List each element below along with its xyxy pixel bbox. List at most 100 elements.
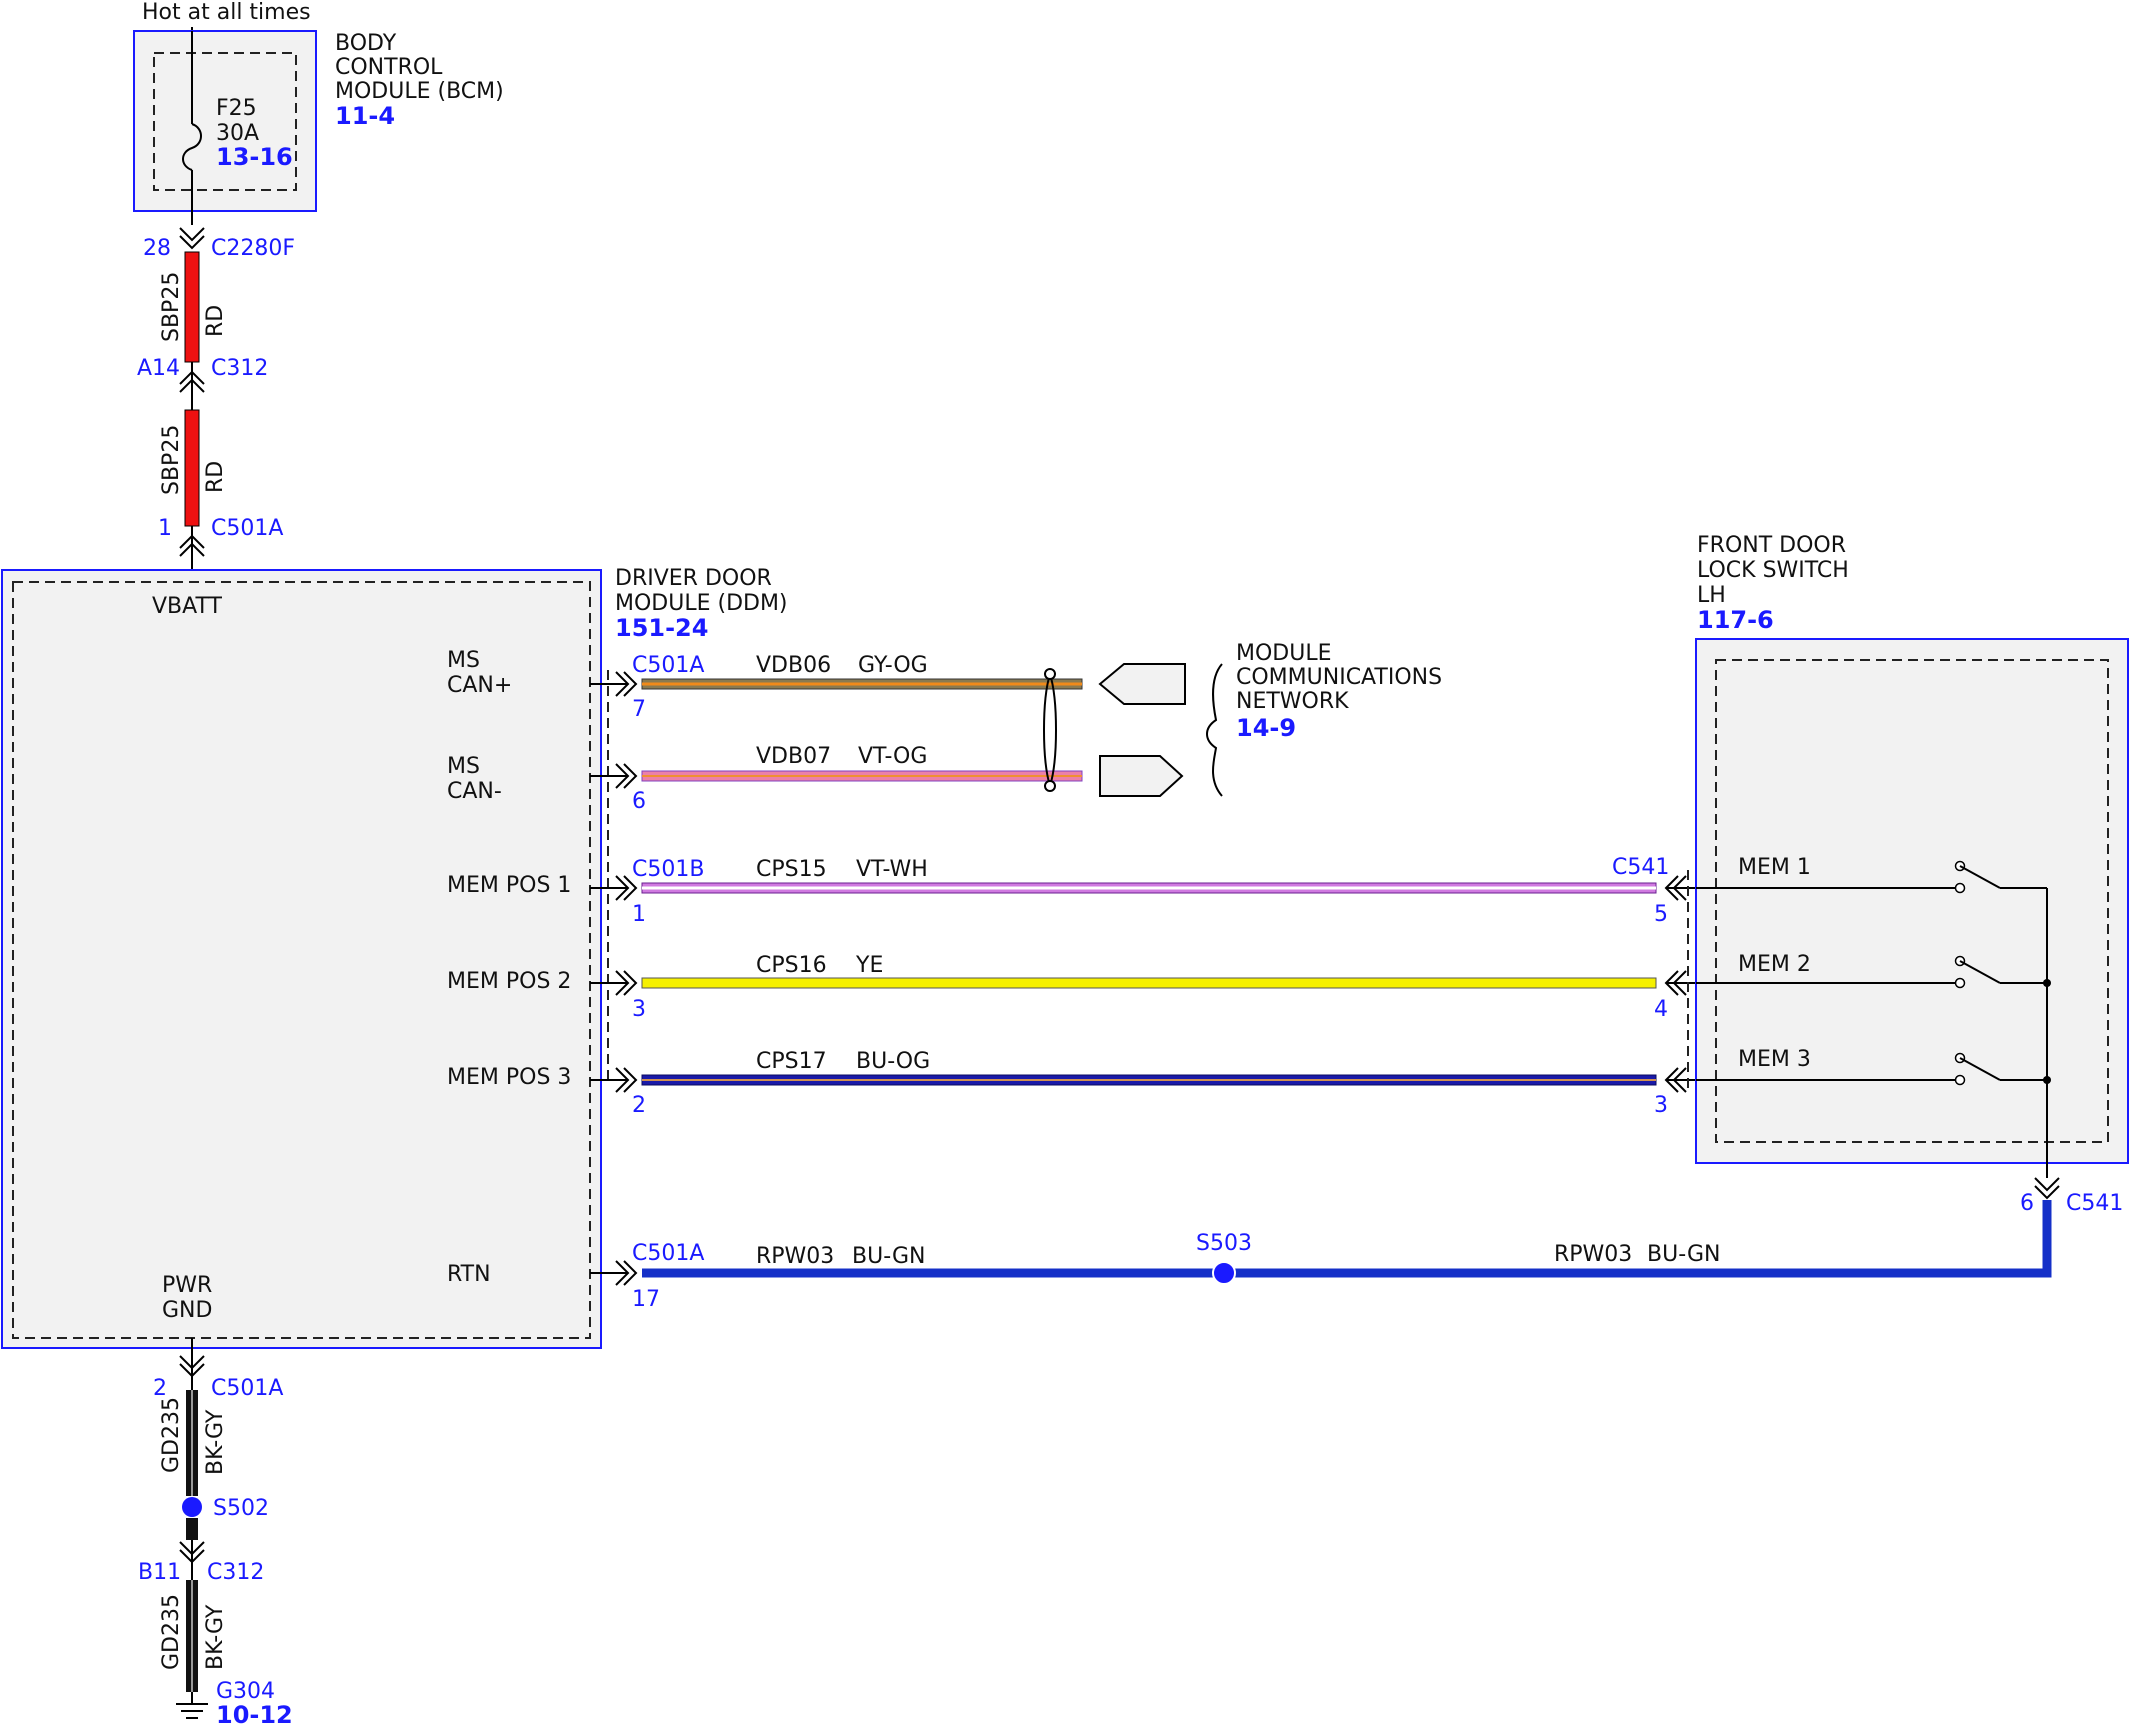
- fuse-name: F25: [216, 96, 257, 121]
- switch-title-line3: LH: [1697, 583, 1726, 608]
- color-bk-gy-lower: BK-GY: [203, 1604, 228, 1670]
- wire-sbp25-upper[interactable]: [184, 251, 200, 363]
- circuit-cps16: CPS16: [756, 953, 827, 978]
- pin-5: 5: [1654, 902, 1668, 927]
- ddm-can-plus-label-1: MS: [447, 648, 480, 673]
- pin-3-mem3-right: 3: [1654, 1093, 1668, 1118]
- switch-ref-link[interactable]: 117-6: [1697, 606, 1774, 634]
- connector-arrow-icon: [179, 235, 205, 250]
- connector-c541-rtn[interactable]: C541: [2066, 1191, 2123, 1216]
- bcm-title-line2: CONTROL: [335, 55, 443, 80]
- connector-c501a-rtn[interactable]: C501A: [632, 1241, 704, 1266]
- connector-c501a-can[interactable]: C501A: [632, 653, 704, 678]
- circuit-vdb06: VDB06: [756, 653, 831, 678]
- ddm-pwr-label: PWR: [162, 1273, 212, 1298]
- fuse-ref-link[interactable]: 13-16: [216, 143, 293, 171]
- circuit-rpw03-right: RPW03: [1554, 1242, 1632, 1267]
- wiring-diagram: Hot at all times F25 30A 13-16 BODY CONT…: [1, 0, 2129, 1727]
- splice-s503-label: S503: [1196, 1231, 1252, 1256]
- network-arrow-lower: [1099, 755, 1184, 797]
- switch-mem2-label: MEM 2: [1738, 952, 1811, 977]
- twist-node: [1044, 780, 1056, 792]
- circuit-gd235-lower: GD235: [159, 1594, 184, 1670]
- splice-s502-label: S502: [213, 1496, 269, 1521]
- connector-c501a-vbatt[interactable]: C501A: [211, 516, 283, 541]
- splice-s503[interactable]: [1212, 1261, 1236, 1285]
- color-bk-gy-upper: BK-GY: [203, 1409, 228, 1475]
- junction-dot: [2043, 979, 2051, 987]
- circuit-cps15: CPS15: [756, 857, 827, 882]
- connector-arrow-icon: [2034, 1185, 2060, 1200]
- wire-cps16[interactable]: [641, 977, 1657, 989]
- pin-28: 28: [143, 236, 171, 261]
- connector-c2280f[interactable]: C2280F: [211, 236, 295, 261]
- network-title-line3: NETWORK: [1236, 689, 1349, 714]
- pin-b11: B11: [138, 1560, 181, 1585]
- pin-1-mem1: 1: [632, 902, 646, 927]
- pin-2-mem3: 2: [632, 1093, 646, 1118]
- color-rd-lower: RD: [203, 461, 228, 493]
- ddm-ref-link[interactable]: 151-24: [615, 614, 708, 642]
- connector-c312-gnd[interactable]: C312: [207, 1560, 264, 1585]
- color-ye: YE: [855, 953, 883, 978]
- color-vt-og: VT-OG: [858, 744, 927, 769]
- pin-4: 4: [1654, 997, 1668, 1022]
- network-title-line1: MODULE: [1236, 641, 1332, 666]
- ddm-mem-pos1-label: MEM POS 1: [447, 873, 571, 898]
- pin-6: 6: [632, 789, 646, 814]
- ddm-can-minus-label-2: CAN-: [447, 779, 502, 804]
- twist-node: [1044, 668, 1056, 680]
- switch-box: [1695, 638, 2129, 1164]
- pin-a14: A14: [137, 356, 180, 381]
- twisted-pair-icon: [1043, 670, 1057, 790]
- wire-gd235-mid: [186, 1518, 198, 1540]
- network-arrow-upper: [1098, 663, 1186, 705]
- ddm-rtn-label: RTN: [447, 1262, 491, 1287]
- ddm-mem-pos3-label: MEM POS 3: [447, 1065, 571, 1090]
- junction-dot: [2043, 1076, 2051, 1084]
- hot-at-all-times-label: Hot at all times: [142, 0, 311, 25]
- ddm-mem-pos2-label: MEM POS 2: [447, 969, 571, 994]
- bcm-ref-link[interactable]: 11-4: [335, 102, 395, 130]
- ddm-title-line1: DRIVER DOOR: [615, 566, 772, 591]
- circuit-vdb07: VDB07: [756, 744, 831, 769]
- bcm-title-line1: BODY: [335, 31, 397, 56]
- pin-7: 7: [632, 697, 646, 722]
- pin-6-c541: 6: [2020, 1191, 2034, 1216]
- color-rd-upper: RD: [203, 305, 228, 337]
- color-gy-og: GY-OG: [858, 653, 928, 678]
- switch-mem1-label: MEM 1: [1738, 855, 1811, 880]
- connector-c312[interactable]: C312: [211, 356, 268, 381]
- connector-c541-mem[interactable]: C541: [1612, 855, 1669, 880]
- ddm-vbatt-label: VBATT: [152, 594, 223, 619]
- splice-s502[interactable]: [182, 1497, 202, 1517]
- ddm-gnd-label: GND: [162, 1298, 212, 1323]
- circuit-gd235-upper: GD235: [159, 1397, 184, 1473]
- pin-1: 1: [158, 516, 172, 541]
- color-bu-og: BU-OG: [856, 1049, 930, 1074]
- bcm-title-line3: MODULE (BCM): [335, 79, 504, 104]
- color-bu-gn-left: BU-GN: [852, 1244, 925, 1269]
- wire-sbp25-lower[interactable]: [184, 409, 200, 527]
- circuit-rpw03-left: RPW03: [756, 1244, 834, 1269]
- ground-symbol-icon: [176, 1692, 208, 1719]
- ddm-can-minus-label-1: MS: [447, 754, 480, 779]
- circuit-cps17: CPS17: [756, 1049, 827, 1074]
- color-vt-wh: VT-WH: [856, 857, 928, 882]
- switch-mem3-label: MEM 3: [1738, 1047, 1811, 1072]
- pin-3-mem2: 3: [632, 997, 646, 1022]
- ddm-can-plus-label-2: CAN+: [447, 673, 512, 698]
- ground-ref-link[interactable]: 10-12: [216, 1701, 293, 1727]
- connector-c501b[interactable]: C501B: [632, 857, 704, 882]
- network-ref-link[interactable]: 14-9: [1236, 714, 1296, 742]
- ddm-title-line2: MODULE (DDM): [615, 591, 788, 616]
- switch-title-line1: FRONT DOOR: [1697, 533, 1846, 558]
- connector-c501a-gnd[interactable]: C501A: [211, 1376, 283, 1401]
- switch-title-line2: LOCK SWITCH: [1697, 558, 1849, 583]
- network-brace-icon: [1206, 663, 1223, 797]
- color-bu-gn-right: BU-GN: [1647, 1242, 1720, 1267]
- pin-17: 17: [632, 1287, 660, 1312]
- network-title-line2: COMMUNICATIONS: [1236, 665, 1442, 690]
- circuit-sbp25-lower: SBP25: [159, 425, 184, 495]
- circuit-sbp25-upper: SBP25: [159, 272, 184, 342]
